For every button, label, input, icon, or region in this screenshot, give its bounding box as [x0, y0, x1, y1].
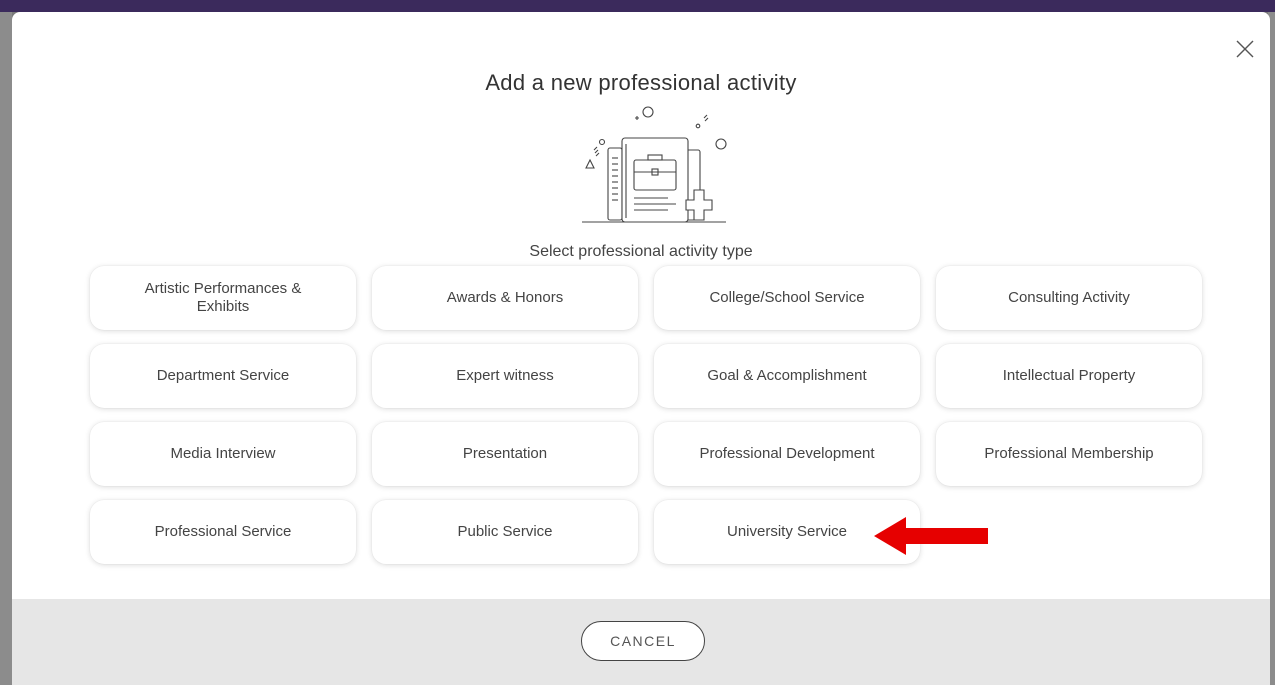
modal-title: Add a new professional activity: [485, 70, 797, 95]
activity-tile-label: Awards & Honors: [446, 289, 564, 306]
activity-tile-presentation[interactable]: Presentation: [372, 422, 638, 486]
activity-tile-department-service[interactable]: Department Service: [90, 344, 356, 408]
activity-tile-awards-honors[interactable]: Awards & Honors: [372, 266, 638, 330]
activity-tile-media-interview[interactable]: Media Interview: [90, 422, 356, 486]
close-button[interactable]: [1234, 38, 1256, 60]
background-page-edge-left: [0, 12, 12, 685]
activity-tile-goal-accomplishment[interactable]: Goal & Accomplishment: [654, 344, 920, 408]
activity-tile-label: Public Service: [457, 523, 553, 540]
activity-tile-college-school-service[interactable]: College/School Service: [654, 266, 920, 330]
activity-tile-label: Professional Membership: [984, 445, 1154, 462]
activity-tile-label: College/School Service: [709, 289, 865, 306]
close-icon: [1236, 40, 1254, 58]
activity-tile-label: Intellectual Property: [1002, 367, 1136, 384]
activity-tile-label: Media Interview: [170, 445, 276, 462]
activity-tile-intellectual-property[interactable]: Intellectual Property: [936, 344, 1202, 408]
activity-tile-label: Department Service: [156, 367, 290, 384]
activity-tile-consulting-activity[interactable]: Consulting Activity: [936, 266, 1202, 330]
activity-tile-public-service[interactable]: Public Service: [372, 500, 638, 564]
activity-tile-artistic-performances[interactable]: Artistic Performances & Exhibits: [90, 266, 356, 330]
activity-tile-label: Presentation: [462, 445, 548, 462]
activity-tile-label: University Service: [726, 523, 848, 540]
cancel-button[interactable]: CANCEL: [581, 621, 705, 661]
activity-tile-label: Artistic Performances & Exhibits: [144, 280, 302, 315]
activity-tile-professional-service[interactable]: Professional Service: [90, 500, 356, 564]
activity-tile-label: Professional Service: [154, 523, 292, 540]
add-activity-modal: Add a new professional activity Select p…: [12, 12, 1270, 685]
modal-footer: CANCEL: [12, 599, 1270, 685]
activity-tile-professional-development[interactable]: Professional Development: [654, 422, 920, 486]
activity-tile-label: Professional Development: [699, 445, 875, 462]
red-arrow-left-icon: [874, 517, 988, 555]
activity-tile-professional-membership[interactable]: Professional Membership: [936, 422, 1202, 486]
activity-type-grid: Artistic Performances & Exhibits Awards …: [90, 266, 1202, 564]
activity-tile-label: Expert witness: [456, 367, 554, 384]
briefcase-document-illustration-icon: [568, 104, 728, 234]
app-topbar: [0, 0, 1275, 12]
activity-tile-expert-witness[interactable]: Expert witness: [372, 344, 638, 408]
modal-subtitle: Select professional activity type: [529, 243, 753, 260]
activity-tile-label: Goal & Accomplishment: [707, 367, 867, 384]
activity-tile-label: Consulting Activity: [1008, 289, 1130, 306]
